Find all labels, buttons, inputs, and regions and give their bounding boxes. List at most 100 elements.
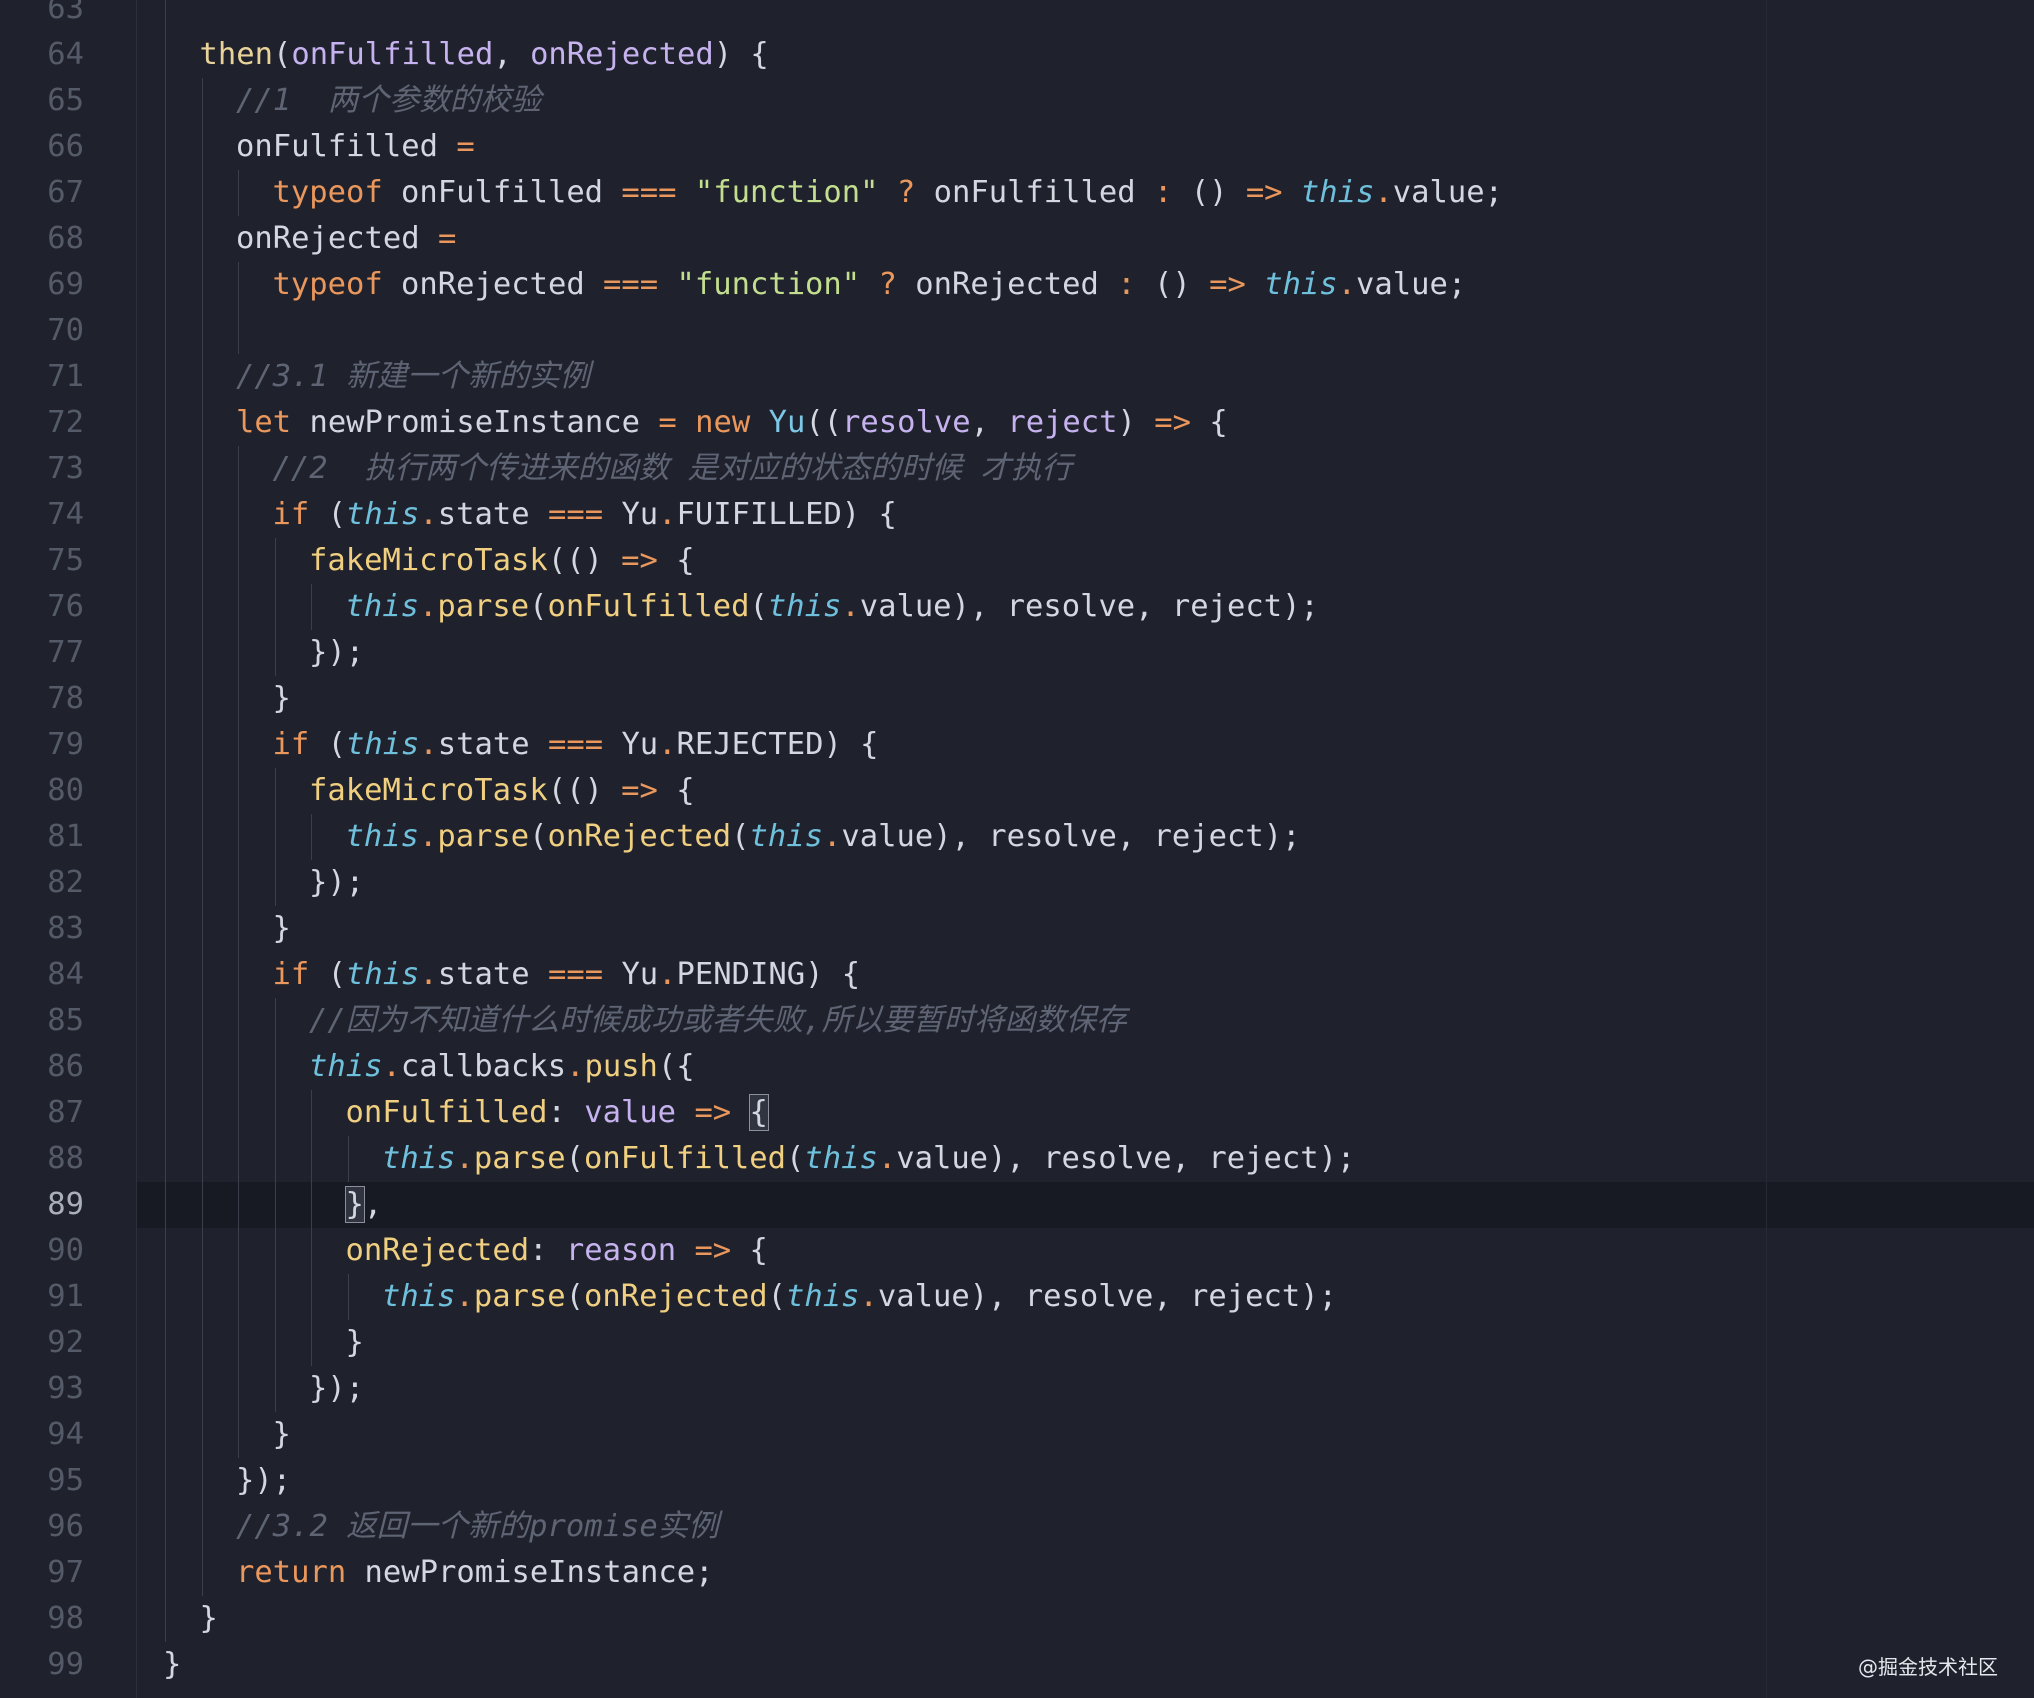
- code-line[interactable]: 67 typeof onFulfilled === "function" ? on…: [0, 170, 2034, 216]
- code-token: });: [309, 1371, 365, 1406]
- code-token: }: [163, 1647, 182, 1682]
- code-token: }: [272, 1417, 291, 1452]
- code-line[interactable]: 72 let newPromiseInstance = new Yu((resol…: [0, 400, 2034, 446]
- code-token: }: [345, 1325, 364, 1360]
- code-token: this: [749, 819, 823, 854]
- line-number: 89: [47, 1187, 84, 1222]
- code-line[interactable]: 96 //3.2 返回一个新的promise实例: [0, 1504, 2034, 1550]
- line-code: });: [309, 1366, 364, 1412]
- line-code: //3.2 返回一个新的promise实例: [236, 1504, 719, 1550]
- line-number: 90: [47, 1233, 84, 1268]
- code-line[interactable]: 77});: [0, 630, 2034, 676]
- line-number: 64: [47, 37, 84, 72]
- line-code: });: [309, 630, 364, 676]
- code-line[interactable]: 63: [0, 0, 2034, 32]
- line-number: 65: [47, 83, 84, 118]
- code-line[interactable]: 73 //2 执行两个传进来的函数 是对应的状态的时候 才执行: [0, 446, 2034, 492]
- code-token: this: [786, 1279, 860, 1314]
- code-token: reject: [1007, 405, 1118, 440]
- code-token: ===: [547, 957, 604, 992]
- code-line[interactable]: 94}: [0, 1412, 2034, 1458]
- line-code: then(onFulfilled, onRejected) {: [200, 32, 769, 78]
- code-line[interactable]: 65 //1 两个参数的校验: [0, 78, 2034, 124]
- code-line[interactable]: 68 onRejected =: [0, 216, 2034, 262]
- code-line[interactable]: 80 fakeMicroTask(() => {: [0, 768, 2034, 814]
- code-line[interactable]: 95});: [0, 1458, 2034, 1504]
- line-code: }: [273, 906, 291, 952]
- code-token: =>: [694, 1233, 732, 1268]
- code-token: "function": [676, 267, 861, 302]
- code-line[interactable]: 79 if (this.state === Yu.REJECTED) {: [0, 722, 2034, 768]
- code-token: value), resolve, reject);: [841, 819, 1301, 854]
- code-line[interactable]: 82});: [0, 860, 2034, 906]
- code-token: .: [841, 589, 860, 624]
- code-line[interactable]: 84 if (this.state === Yu.PENDING) {: [0, 952, 2034, 998]
- code-line[interactable]: 91 this.parse(onRejected(this.value), res…: [0, 1274, 2034, 1320]
- code-token: if: [272, 957, 310, 992]
- code-token: return: [236, 1555, 347, 1590]
- code-token: (: [529, 819, 548, 854]
- code-token: {: [748, 1094, 769, 1131]
- code-token: .: [658, 957, 677, 992]
- code-token: (: [309, 497, 346, 532]
- code-line[interactable]: 98}: [0, 1596, 2034, 1642]
- code-line[interactable]: 90 onRejected: reason => {: [0, 1228, 2034, 1274]
- code-token: ({: [657, 1049, 695, 1084]
- code-token: ===: [621, 175, 677, 210]
- line-number: 98: [47, 1601, 84, 1636]
- line-code: onRejected =: [236, 216, 456, 262]
- code-token: this: [767, 589, 842, 624]
- code-token: //1 两个参数的校验: [236, 83, 542, 118]
- code-line[interactable]: 71 //3.1 新建一个新的实例: [0, 354, 2034, 400]
- code-line[interactable]: 75 fakeMicroTask(() => {: [0, 538, 2034, 584]
- code-token: =: [438, 221, 457, 256]
- code-line[interactable]: 97 return newPromiseInstance;: [0, 1550, 2034, 1596]
- code-token: .: [566, 1049, 585, 1084]
- code-token: =>: [1154, 405, 1191, 440]
- code-line[interactable]: 69 typeof onRejected === "function" ? onR…: [0, 262, 2034, 308]
- code-line[interactable]: 89},: [0, 1182, 2034, 1228]
- code-token: ((): [547, 773, 622, 808]
- code-token: REJECTED) {: [676, 727, 879, 762]
- code-line[interactable]: 83}: [0, 906, 2034, 952]
- line-code: }: [200, 1596, 218, 1642]
- line-code: fakeMicroTask(() => {: [309, 538, 695, 584]
- code-token: .: [1337, 267, 1357, 302]
- code-line[interactable]: 76 this.parse(onFulfilled(this.value), re…: [0, 584, 2034, 630]
- code-token: ===: [547, 727, 604, 762]
- code-line[interactable]: 64 then(onFulfilled, onRejected) {: [0, 32, 2034, 78]
- code-line[interactable]: 81 this.parse(onRejected(this.value), res…: [0, 814, 2034, 860]
- code-token: ((: [805, 405, 843, 440]
- code-line[interactable]: 93});: [0, 1366, 2034, 1412]
- code-token: onRejected: [584, 1279, 768, 1314]
- code-line[interactable]: 70: [0, 308, 2034, 354]
- code-token: Yu: [603, 957, 659, 992]
- code-token: reason: [565, 1233, 677, 1268]
- code-line[interactable]: 87 onFulfilled: value => {: [0, 1090, 2034, 1136]
- line-code: });: [309, 860, 364, 906]
- line-code: this.parse(onFulfilled(this.value), reso…: [346, 584, 1319, 630]
- code-editor[interactable]: 63 64 then(onFulfilled, onRejected) { 65 //1…: [0, 0, 2034, 1698]
- code-token: }: [344, 1186, 365, 1223]
- line-code: }: [346, 1320, 364, 1366]
- code-token: (: [529, 589, 548, 624]
- code-token: =: [658, 405, 677, 440]
- code-token: onRejected: [530, 37, 714, 72]
- code-line[interactable]: 66 onFulfilled =: [0, 124, 2034, 170]
- code-token: if: [272, 497, 310, 532]
- code-line[interactable]: 99}: [0, 1642, 2034, 1688]
- code-line[interactable]: 78}: [0, 676, 2034, 722]
- code-line[interactable]: 74 if (this.state === Yu.FUIFILLED) {: [0, 492, 2034, 538]
- code-line[interactable]: 86 this.callbacks.push({: [0, 1044, 2034, 1090]
- code-line[interactable]: 92}: [0, 1320, 2034, 1366]
- code-token: //2 执行两个传进来的函数 是对应的状态的时候 才执行: [272, 451, 1073, 486]
- code-token: =: [456, 129, 475, 164]
- code-token: fakeMicroTask: [309, 773, 548, 808]
- code-line[interactable]: 85 //因为不知道什么时候成功或者失败,所以要暂时将函数保存: [0, 998, 2034, 1044]
- code-line[interactable]: 88 this.parse(onFulfilled(this.value), re…: [0, 1136, 2034, 1182]
- code-token: ===: [547, 497, 604, 532]
- line-number: 71: [47, 359, 84, 394]
